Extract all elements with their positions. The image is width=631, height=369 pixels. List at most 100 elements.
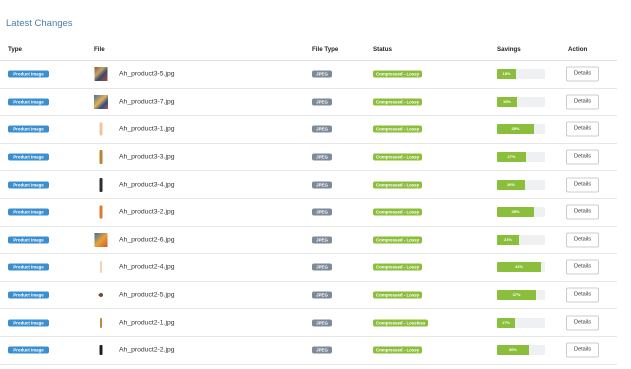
- file-type-badge: JPEG: [312, 70, 332, 78]
- file-type-badge: JPEG: [312, 153, 332, 161]
- status-badge: Compressed - Lossy: [373, 98, 423, 106]
- status-cell: Compressed - Lossy: [373, 263, 423, 271]
- status-cell: Compressed - Lossy: [373, 70, 423, 78]
- savings-cell: 30%: [497, 345, 545, 356]
- action-cell: Details: [566, 287, 599, 303]
- savings-cell: 37%: [497, 290, 545, 301]
- status-cell: Compressed - Lossy: [373, 208, 423, 216]
- savings-progress-fill: 35%: [497, 124, 534, 135]
- type-badge: Product Image: [8, 98, 49, 106]
- savings-cell: 26%: [497, 179, 545, 190]
- file-name: Ah_product3-1.jpg: [119, 125, 175, 133]
- type-cell: Product Image: [8, 291, 49, 299]
- status-badge: Compressed - Lossless: [373, 319, 429, 327]
- type-cell: Product Image: [8, 319, 49, 327]
- file-type-badge: JPEG: [312, 181, 332, 189]
- status-badge: Compressed - Lossy: [373, 153, 423, 161]
- product-thumbnail-icon: [94, 259, 108, 275]
- type-cell: Product Image: [8, 125, 49, 133]
- product-thumbnail-icon: [94, 287, 108, 303]
- action-cell: Details: [566, 315, 599, 331]
- status-badge: Compressed - Lossy: [373, 70, 423, 78]
- status-cell: Compressed - Lossy: [373, 153, 423, 161]
- action-cell: Details: [566, 121, 599, 137]
- file-type-badge: JPEG: [312, 319, 332, 327]
- type-cell: Product Image: [8, 153, 49, 161]
- type-badge: Product Image: [8, 291, 49, 299]
- table-body: Product Image Ah_product3-5.jpg JPEG Compre…: [0, 61, 617, 365]
- type-cell: Product Image: [8, 208, 49, 216]
- type-cell: Product Image: [8, 346, 49, 354]
- details-button[interactable]: Details: [566, 149, 599, 165]
- status-cell: Compressed - Lossy: [373, 291, 423, 299]
- details-button[interactable]: Details: [566, 342, 599, 358]
- savings-progress-bar: 19%: [497, 96, 545, 107]
- action-cell: Details: [566, 342, 599, 358]
- type-badge: Product Image: [8, 263, 49, 271]
- details-button[interactable]: Details: [566, 315, 599, 331]
- file-name: Ah_product2-6.jpg: [119, 236, 175, 244]
- savings-cell: 27%: [497, 152, 545, 163]
- type-badge: Product Image: [8, 181, 49, 189]
- file-cell: Ah_product3-1.jpg: [94, 120, 294, 138]
- file-cell: Ah_product3-4.jpg: [94, 176, 294, 194]
- page-title: Latest Changes: [6, 18, 73, 29]
- details-button[interactable]: Details: [566, 204, 599, 220]
- product-thumbnail-icon: [94, 342, 108, 358]
- savings-progress-fill: 27%: [497, 152, 526, 163]
- savings-progress-fill: 35%: [497, 207, 534, 218]
- status-cell: Compressed - Lossy: [373, 98, 423, 106]
- file-type-cell: JPEG: [312, 346, 332, 354]
- type-cell: Product Image: [8, 98, 49, 106]
- status-badge: Compressed - Lossy: [373, 263, 423, 271]
- savings-progress-fill: 19%: [497, 96, 517, 107]
- status-badge: Compressed - Lossy: [373, 236, 423, 244]
- file-name: Ah_product2-4.jpg: [119, 263, 175, 271]
- details-button[interactable]: Details: [566, 259, 599, 275]
- savings-progress-fill: 18%: [497, 69, 516, 80]
- column-header-status: Status: [373, 46, 392, 53]
- table-row: Product Image Ah_product2-4.jpg JPEG Compre…: [0, 254, 617, 282]
- details-button[interactable]: Details: [566, 177, 599, 193]
- action-cell: Details: [566, 149, 599, 165]
- savings-progress-bar: 35%: [497, 207, 545, 218]
- table-row: Product Image Ah_product3-4.jpg JPEG Compre…: [0, 171, 617, 199]
- details-button[interactable]: Details: [566, 232, 599, 248]
- type-cell: Product Image: [8, 263, 49, 271]
- type-badge: Product Image: [8, 319, 49, 327]
- status-badge: Compressed - Lossy: [373, 291, 423, 299]
- product-thumbnail-icon: [94, 232, 108, 248]
- action-cell: Details: [566, 94, 599, 110]
- file-type-cell: JPEG: [312, 70, 332, 78]
- details-button[interactable]: Details: [566, 94, 599, 110]
- file-cell: Ah_product3-3.jpg: [94, 148, 294, 166]
- file-type-badge: JPEG: [312, 125, 332, 133]
- action-cell: Details: [566, 177, 599, 193]
- product-thumbnail-icon: [94, 121, 108, 137]
- savings-cell: 17%: [497, 317, 545, 328]
- details-button[interactable]: Details: [566, 287, 599, 303]
- column-header-file-type: File Type: [312, 46, 339, 53]
- status-cell: Compressed - Lossy: [373, 125, 423, 133]
- status-badge: Compressed - Lossy: [373, 208, 423, 216]
- savings-cell: 18%: [497, 69, 545, 80]
- product-thumbnail-icon: [94, 94, 108, 110]
- savings-cell: 21%: [497, 234, 545, 245]
- file-type-cell: JPEG: [312, 208, 332, 216]
- file-name: Ah_product3-4.jpg: [119, 181, 175, 189]
- savings-progress-bar: 17%: [497, 317, 545, 328]
- file-type-cell: JPEG: [312, 98, 332, 106]
- savings-progress-fill: 21%: [497, 234, 519, 245]
- type-badge: Product Image: [8, 153, 49, 161]
- action-cell: Details: [566, 204, 599, 220]
- file-name: Ah_product3-3.jpg: [119, 153, 175, 161]
- file-type-cell: JPEG: [312, 263, 332, 271]
- file-name: Ah_product2-1.jpg: [119, 319, 175, 327]
- details-button[interactable]: Details: [566, 121, 599, 137]
- savings-cell: 19%: [497, 96, 545, 107]
- file-cell: Ah_product3-2.jpg: [94, 203, 294, 221]
- file-type-cell: JPEG: [312, 236, 332, 244]
- details-button[interactable]: Details: [566, 66, 599, 82]
- status-cell: Compressed - Lossless: [373, 319, 429, 327]
- file-cell: Ah_product2-4.jpg: [94, 258, 294, 276]
